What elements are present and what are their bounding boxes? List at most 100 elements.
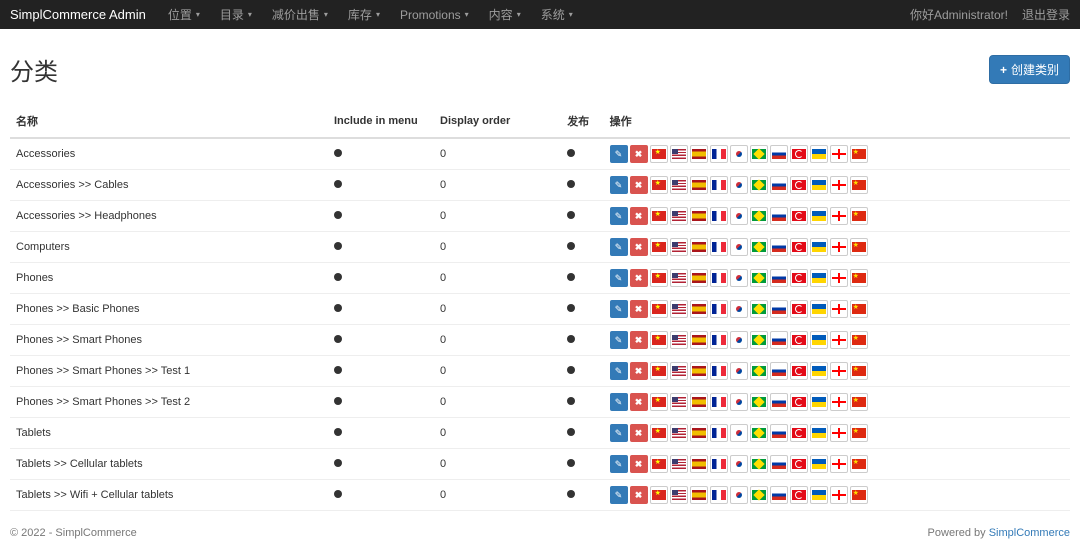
- edit-button[interactable]: ✎: [610, 486, 628, 504]
- flag-vn-button[interactable]: [650, 300, 668, 318]
- flag-fr-button[interactable]: [710, 176, 728, 194]
- flag-ru-button[interactable]: [770, 176, 788, 194]
- flag-us-button[interactable]: [670, 269, 688, 287]
- flag-es-button[interactable]: [690, 455, 708, 473]
- delete-button[interactable]: ✖: [630, 176, 648, 194]
- logout-link[interactable]: 退出登录: [1022, 6, 1070, 23]
- flag-ge-button[interactable]: [830, 300, 848, 318]
- flag-kr-button[interactable]: [730, 176, 748, 194]
- flag-es-button[interactable]: [690, 300, 708, 318]
- edit-button[interactable]: ✎: [610, 455, 628, 473]
- flag-ge-button[interactable]: [830, 393, 848, 411]
- flag-us-button[interactable]: [670, 455, 688, 473]
- flag-us-button[interactable]: [670, 486, 688, 504]
- flag-kr-button[interactable]: [730, 424, 748, 442]
- nav-item-0[interactable]: 位置▾: [158, 6, 210, 23]
- flag-cn-button[interactable]: [850, 269, 868, 287]
- flag-tr-button[interactable]: [790, 300, 808, 318]
- flag-kr-button[interactable]: [730, 455, 748, 473]
- flag-cn-button[interactable]: [850, 331, 868, 349]
- flag-fr-button[interactable]: [710, 238, 728, 256]
- flag-fr-button[interactable]: [710, 362, 728, 380]
- flag-ru-button[interactable]: [770, 424, 788, 442]
- flag-cn-button[interactable]: [850, 238, 868, 256]
- flag-ua-button[interactable]: [810, 176, 828, 194]
- nav-item-4[interactable]: Promotions▾: [390, 6, 479, 23]
- nav-item-6[interactable]: 系统▾: [531, 6, 583, 23]
- flag-br-button[interactable]: [750, 393, 768, 411]
- flag-ua-button[interactable]: [810, 424, 828, 442]
- flag-tr-button[interactable]: [790, 393, 808, 411]
- delete-button[interactable]: ✖: [630, 145, 648, 163]
- flag-fr-button[interactable]: [710, 331, 728, 349]
- flag-kr-button[interactable]: [730, 393, 748, 411]
- flag-kr-button[interactable]: [730, 207, 748, 225]
- flag-ua-button[interactable]: [810, 486, 828, 504]
- greeting-link[interactable]: 你好Administrator!: [910, 6, 1008, 23]
- flag-vn-button[interactable]: [650, 269, 668, 287]
- flag-cn-button[interactable]: [850, 424, 868, 442]
- flag-kr-button[interactable]: [730, 362, 748, 380]
- flag-ua-button[interactable]: [810, 362, 828, 380]
- edit-button[interactable]: ✎: [610, 269, 628, 287]
- flag-es-button[interactable]: [690, 362, 708, 380]
- flag-ru-button[interactable]: [770, 238, 788, 256]
- flag-ge-button[interactable]: [830, 176, 848, 194]
- flag-ge-button[interactable]: [830, 145, 848, 163]
- flag-fr-button[interactable]: [710, 393, 728, 411]
- flag-ru-button[interactable]: [770, 300, 788, 318]
- flag-vn-button[interactable]: [650, 362, 668, 380]
- flag-tr-button[interactable]: [790, 486, 808, 504]
- flag-ru-button[interactable]: [770, 269, 788, 287]
- flag-fr-button[interactable]: [710, 424, 728, 442]
- flag-br-button[interactable]: [750, 176, 768, 194]
- flag-vn-button[interactable]: [650, 331, 668, 349]
- flag-tr-button[interactable]: [790, 362, 808, 380]
- delete-button[interactable]: ✖: [630, 393, 648, 411]
- flag-ua-button[interactable]: [810, 269, 828, 287]
- brand[interactable]: SimplCommerce Admin: [10, 7, 146, 22]
- flag-vn-button[interactable]: [650, 486, 668, 504]
- flag-ua-button[interactable]: [810, 300, 828, 318]
- flag-kr-button[interactable]: [730, 238, 748, 256]
- flag-cn-button[interactable]: [850, 176, 868, 194]
- flag-us-button[interactable]: [670, 424, 688, 442]
- flag-kr-button[interactable]: [730, 486, 748, 504]
- flag-vn-button[interactable]: [650, 238, 668, 256]
- flag-fr-button[interactable]: [710, 207, 728, 225]
- flag-ua-button[interactable]: [810, 331, 828, 349]
- flag-us-button[interactable]: [670, 207, 688, 225]
- flag-br-button[interactable]: [750, 238, 768, 256]
- flag-cn-button[interactable]: [850, 393, 868, 411]
- delete-button[interactable]: ✖: [630, 455, 648, 473]
- flag-tr-button[interactable]: [790, 145, 808, 163]
- flag-ru-button[interactable]: [770, 207, 788, 225]
- nav-item-3[interactable]: 库存▾: [338, 6, 390, 23]
- flag-kr-button[interactable]: [730, 300, 748, 318]
- flag-tr-button[interactable]: [790, 455, 808, 473]
- flag-br-button[interactable]: [750, 269, 768, 287]
- flag-br-button[interactable]: [750, 300, 768, 318]
- flag-ua-button[interactable]: [810, 238, 828, 256]
- flag-ge-button[interactable]: [830, 207, 848, 225]
- flag-cn-button[interactable]: [850, 362, 868, 380]
- flag-vn-button[interactable]: [650, 393, 668, 411]
- flag-tr-button[interactable]: [790, 424, 808, 442]
- flag-es-button[interactable]: [690, 393, 708, 411]
- delete-button[interactable]: ✖: [630, 238, 648, 256]
- flag-es-button[interactable]: [690, 486, 708, 504]
- flag-br-button[interactable]: [750, 362, 768, 380]
- flag-kr-button[interactable]: [730, 145, 748, 163]
- flag-us-button[interactable]: [670, 393, 688, 411]
- flag-us-button[interactable]: [670, 300, 688, 318]
- flag-ge-button[interactable]: [830, 331, 848, 349]
- flag-br-button[interactable]: [750, 331, 768, 349]
- edit-button[interactable]: ✎: [610, 145, 628, 163]
- flag-fr-button[interactable]: [710, 486, 728, 504]
- flag-br-button[interactable]: [750, 455, 768, 473]
- flag-es-button[interactable]: [690, 269, 708, 287]
- flag-kr-button[interactable]: [730, 331, 748, 349]
- flag-cn-button[interactable]: [850, 486, 868, 504]
- flag-br-button[interactable]: [750, 207, 768, 225]
- delete-button[interactable]: ✖: [630, 331, 648, 349]
